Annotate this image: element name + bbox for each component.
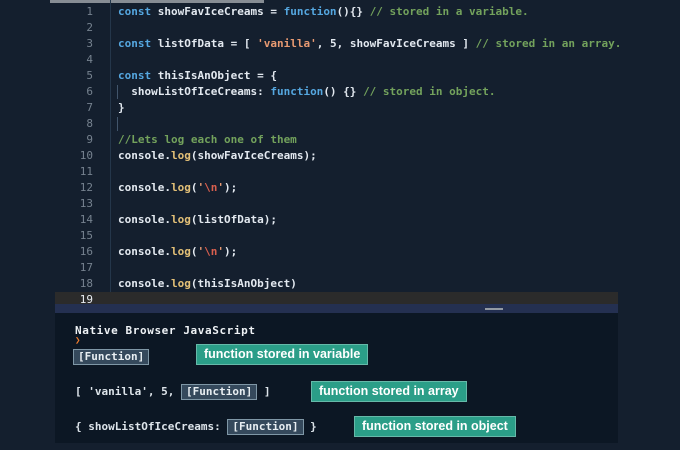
line-number: 1 <box>86 5 93 18</box>
code-text: console.log('\n'); <box>118 245 238 258</box>
code-text: console.log(thisIsAnObject) <box>118 277 297 290</box>
line-number: 10 <box>79 149 93 162</box>
code-text: console.log('\n'); <box>118 181 238 194</box>
code-line-6[interactable]: 6 showListOfIceCreams: function() {} // … <box>55 84 618 100</box>
code-line-11[interactable]: 11 <box>55 164 618 180</box>
console-prompt-icon: ❯ <box>75 336 81 346</box>
code-line-4[interactable]: 4 <box>55 52 618 68</box>
line-number: 3 <box>86 37 93 50</box>
line-number: 4 <box>86 53 93 66</box>
code-line-13[interactable]: 13 <box>55 196 618 212</box>
code-line-16[interactable]: 16 console.log('\n'); <box>55 244 618 260</box>
console-panel: Native Browser JavaScript ❯ [Function] [… <box>55 313 618 443</box>
console-output-array: [ 'vanilla', 5, [Function] ] <box>75 384 270 400</box>
code-line-10[interactable]: 10 console.log(showFavIceCreams); <box>55 148 618 164</box>
line-number: 12 <box>79 181 93 194</box>
code-text: const showFavIceCreams = function(){} //… <box>118 5 529 18</box>
line-number: 5 <box>86 69 93 82</box>
code-text: } <box>118 101 125 114</box>
console-title: Native Browser JavaScript <box>75 324 256 337</box>
output-suffix: ] <box>257 385 271 398</box>
code-line-1[interactable]: 1 const showFavIceCreams = function(){} /… <box>55 4 618 20</box>
line-number: 6 <box>86 85 93 98</box>
code-text: console.log(showFavIceCreams); <box>118 149 317 162</box>
indent-guide <box>117 85 118 99</box>
code-text: showListOfIceCreams: function() {} // st… <box>118 85 496 98</box>
code-line-5[interactable]: 5 const thisIsAnObject = { <box>55 68 618 84</box>
code-line-14[interactable]: 14 console.log(listOfData); <box>55 212 618 228</box>
code-line-3[interactable]: 3 const listOfData = [ 'vanilla', 5, show… <box>55 36 622 52</box>
annotation-badge-object: function stored in object <box>354 416 516 437</box>
line-number: 18 <box>79 277 93 290</box>
code-line-17[interactable]: 17 <box>55 260 618 276</box>
code-line-7[interactable]: 7} <box>55 100 618 116</box>
horizontal-scrollbar-thumb[interactable] <box>485 308 503 310</box>
code-text: const thisIsAnObject = { <box>118 69 277 82</box>
line-number: 17 <box>79 261 93 274</box>
code-line-8[interactable]: 8 <box>55 116 618 132</box>
line-number: 8 <box>86 117 93 130</box>
code-line-15[interactable]: 15 <box>55 228 618 244</box>
code-text: //Lets log each one of them <box>118 133 297 146</box>
line-number: 16 <box>79 245 93 258</box>
top-scrollbar-thumb[interactable] <box>50 0 264 3</box>
app-window: 1 const showFavIceCreams = function(){} /… <box>0 0 680 450</box>
function-value-box: [Function] <box>227 419 304 435</box>
indent-guide <box>117 117 118 131</box>
line-number: 11 <box>79 165 93 178</box>
function-value-box: [Function] <box>180 384 258 400</box>
output-prefix: [ 'vanilla', 5, <box>75 385 181 398</box>
code-text: console.log(listOfData); <box>118 213 277 226</box>
output-prefix: { showListOfIceCreams: <box>75 420 228 433</box>
code-line-18[interactable]: 18 console.log(thisIsAnObject) <box>55 276 618 292</box>
annotation-badge-array: function stored in array <box>311 381 467 402</box>
function-value-box: [Function] <box>73 349 150 365</box>
annotation-badge-variable: function stored in variable <box>196 344 369 365</box>
console-output-variable: [Function] <box>73 349 150 365</box>
editor-lines: 1 const showFavIceCreams = function(){} /… <box>55 4 622 308</box>
line-number: 15 <box>79 229 93 242</box>
line-number: 9 <box>86 133 93 146</box>
line-number: 14 <box>79 213 93 226</box>
line-number: 7 <box>86 101 93 114</box>
horizontal-scrollbar-track[interactable] <box>55 304 618 313</box>
code-text: const listOfData = [ 'vanilla', 5, showF… <box>118 37 622 50</box>
line-number: 2 <box>86 21 93 34</box>
output-suffix: } <box>303 420 317 433</box>
code-line-9[interactable]: 9 //Lets log each one of them <box>55 132 618 148</box>
code-line-12[interactable]: 12 console.log('\n'); <box>55 180 618 196</box>
code-line-2[interactable]: 2 <box>55 20 618 36</box>
console-output-object: { showListOfIceCreams: [Function] } <box>75 419 317 435</box>
line-number: 13 <box>79 197 93 210</box>
